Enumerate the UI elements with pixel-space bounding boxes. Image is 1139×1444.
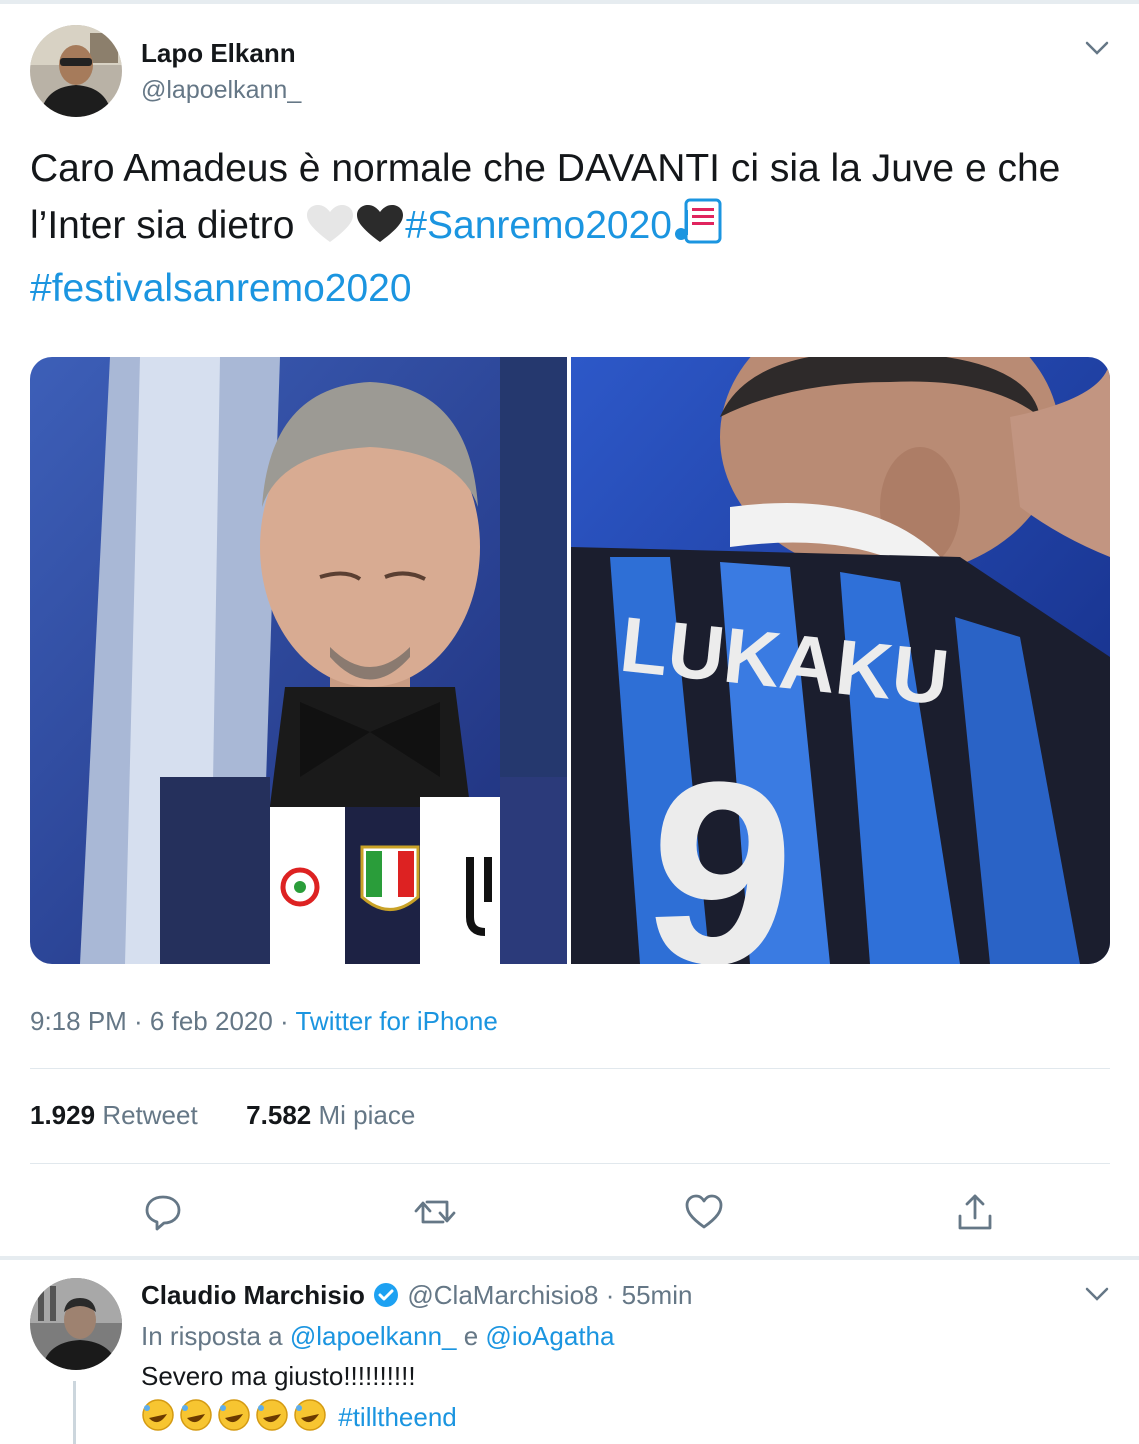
media-left-photo (30, 357, 567, 964)
divider-bottom (30, 1163, 1110, 1164)
retweet-icon[interactable] (413, 1192, 456, 1232)
hashtag-tilltheend[interactable]: #tilltheend (338, 1402, 457, 1432)
author-handle[interactable]: @lapoelkann_ (141, 76, 301, 105)
like-label: Mi piace (318, 1100, 416, 1130)
divider-top (30, 1068, 1110, 1069)
black-heart-icon (355, 203, 405, 260)
reply-author-avatar[interactable] (30, 1278, 122, 1370)
like-stat[interactable]: 7.582 Mi piace (246, 1100, 415, 1130)
reply-time[interactable]: · 55min (606, 1280, 693, 1310)
mention-joiner: e (456, 1321, 486, 1351)
share-icon[interactable] (955, 1192, 995, 1232)
svg-text:9: 9 (633, 722, 807, 964)
like-icon[interactable] (684, 1192, 724, 1232)
thread-line (73, 1381, 76, 1444)
retweet-count: 1.929 (30, 1100, 96, 1130)
top-border (0, 0, 1139, 4)
hashtag-festivalsanremo2020[interactable]: #festivalsanremo2020 (30, 267, 412, 310)
reply-chevron-down-icon[interactable] (1084, 1284, 1110, 1309)
tweet-source[interactable]: Twitter for iPhone (295, 1006, 497, 1036)
reply-header: Claudio Marchisio @ClaMarchisio8 · 55min (141, 1280, 692, 1316)
mention-ioagatha[interactable]: @ioAgatha (485, 1321, 614, 1351)
reply-text: Severo ma giusto!!!!!!!!!! (141, 1361, 416, 1391)
media-right-photo: LUKAKU 9 (571, 357, 1110, 964)
author-avatar[interactable] (30, 25, 122, 117)
thread-separator (0, 1256, 1139, 1260)
tweet-timestamp-line: 9:18 PM · 6 feb 2020 · Twitter for iPhon… (30, 1006, 498, 1037)
verified-icon (372, 1281, 400, 1316)
reply-icon[interactable] (143, 1192, 183, 1232)
white-heart-icon (305, 203, 355, 260)
like-count: 7.582 (246, 1100, 312, 1130)
tweet-stats: 1.929 Retweet 7.582 Mi piace (30, 1100, 415, 1131)
hashtag-sanremo2020[interactable]: #Sanremo2020 (405, 204, 672, 247)
author-name[interactable]: Lapo Elkann (141, 38, 296, 69)
chevron-down-icon[interactable] (1084, 38, 1110, 63)
reply-emoji-line: #tilltheend (141, 1398, 457, 1439)
retweet-stat[interactable]: 1.929 Retweet (30, 1100, 198, 1130)
reply-author-handle[interactable]: @ClaMarchisio8 (407, 1280, 598, 1310)
tweet-time[interactable]: 9:18 PM · 6 feb 2020 · (30, 1006, 295, 1036)
music-score-icon (672, 198, 724, 260)
mention-lapoelkann[interactable]: @lapoelkann_ (290, 1321, 457, 1351)
reply-author-name[interactable]: Claudio Marchisio (141, 1280, 365, 1310)
tweet-media[interactable]: LUKAKU 9 (30, 357, 1110, 964)
tweet-text: Caro Amadeus è normale che DAVANTI ci si… (30, 140, 1110, 317)
retweet-label: Retweet (102, 1100, 198, 1130)
rofl-emoji-icons (141, 1398, 331, 1439)
in-reply-prefix: In risposta a (141, 1321, 290, 1351)
in-reply-to: In risposta a @lapoelkann_ e @ioAgatha (141, 1321, 614, 1352)
